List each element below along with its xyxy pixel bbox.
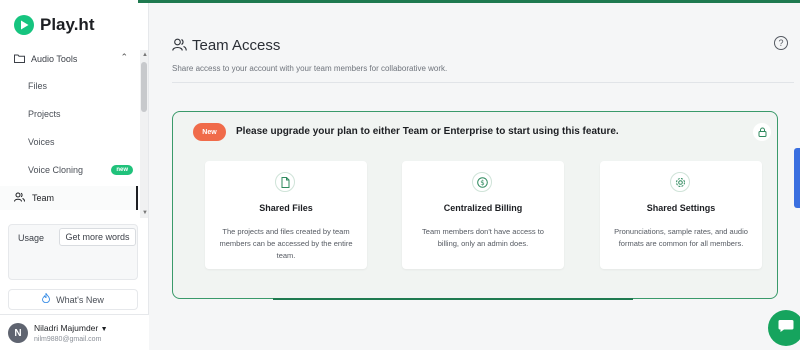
team-icon [14, 192, 25, 204]
feature-card-shared-files: Shared Files The projects and files crea… [205, 161, 367, 269]
svg-text:$: $ [480, 179, 484, 187]
help-icon[interactable]: ? [774, 36, 788, 50]
usage-label: Usage [18, 233, 45, 243]
page-title: Team Access [192, 37, 281, 54]
logo[interactable]: Play.ht [14, 15, 94, 35]
sidebar: Play.ht Audio Tools ⌃ Files Projects Voi… [0, 0, 149, 350]
feature-card-centralized-billing: $ Centralized Billing Team members don't… [402, 161, 564, 269]
folder-icon [14, 54, 25, 65]
whats-new-label: What's New [56, 294, 104, 305]
avatar: N [8, 323, 28, 343]
feature-title: Shared Settings [646, 203, 716, 213]
feature-card-shared-settings: Shared Settings Pronunciations, sample r… [600, 161, 762, 269]
play-icon [14, 15, 34, 35]
scroll-down-arrow-icon[interactable]: ▼ [142, 210, 148, 216]
sidebar-item-label: Files [28, 81, 48, 91]
sidebar-item-team[interactable]: Team [0, 186, 138, 210]
chat-button[interactable] [768, 310, 800, 346]
upgrade-message: Please upgrade your plan to either Team … [236, 126, 619, 137]
user-name-text: Niladri Majumder [34, 323, 99, 333]
get-more-words-button[interactable]: Get more words [59, 228, 136, 246]
sidebar-item-projects[interactable]: Projects [28, 109, 133, 119]
user-email: nilm9880@gmail.com [34, 336, 102, 343]
scroll-up-arrow-icon[interactable]: ▲ [142, 52, 148, 58]
sidebar-item-label: Voice Cloning [28, 165, 84, 175]
sidebar-item-label: Voices [28, 137, 55, 147]
flame-icon [42, 292, 51, 306]
usage-panel: Usage Get more words [8, 224, 138, 280]
user-menu[interactable]: N Niladri Majumder ▼ nilm9880@gmail.com [0, 314, 149, 350]
feature-title: Shared Files [259, 203, 313, 213]
team-icon [172, 38, 187, 56]
caret-down-icon[interactable]: ▼ [101, 326, 108, 333]
chat-icon [778, 319, 794, 338]
lock-icon[interactable] [753, 123, 771, 141]
brand-name: Play.ht [40, 15, 95, 34]
sidebar-item-voice-cloning[interactable]: Voice Cloning new [28, 165, 133, 175]
top-accent-bar [138, 0, 800, 3]
sidebar-section-audio-tools[interactable]: Audio Tools ⌃ [0, 50, 140, 68]
sidebar-item-label: Team [32, 193, 55, 203]
feature-description: Pronunciations, sample rates, and audio … [614, 227, 748, 248]
feature-title: Centralized Billing [443, 203, 523, 213]
divider [172, 82, 794, 83]
user-name: Niladri Majumder ▼ [34, 323, 108, 333]
sidebar-item-label: Projects [28, 109, 61, 119]
page-subtitle: Share access to your account with your t… [172, 64, 448, 73]
sidebar-section-label: Audio Tools [31, 54, 78, 64]
card-bottom-accent [273, 298, 633, 300]
new-badge: New [193, 123, 226, 141]
feature-description: Team members don't have access to billin… [422, 227, 544, 248]
feature-description: The projects and files created by team m… [219, 227, 353, 260]
gear-icon [670, 172, 690, 192]
upgrade-card: New Please upgrade your plan to either T… [172, 111, 778, 300]
scrollbar-thumb[interactable] [141, 62, 147, 112]
sidebar-item-files[interactable]: Files [28, 81, 133, 91]
sidebar-scrollbar[interactable] [140, 50, 148, 218]
feedback-tab[interactable] [794, 148, 800, 208]
whats-new-button[interactable]: What's New [8, 289, 138, 310]
sidebar-item-voices[interactable]: Voices [28, 137, 133, 147]
new-badge: new [111, 165, 133, 175]
dollar-icon: $ [472, 172, 492, 192]
chevron-up-icon[interactable]: ⌃ [120, 52, 128, 63]
file-icon [275, 172, 295, 192]
